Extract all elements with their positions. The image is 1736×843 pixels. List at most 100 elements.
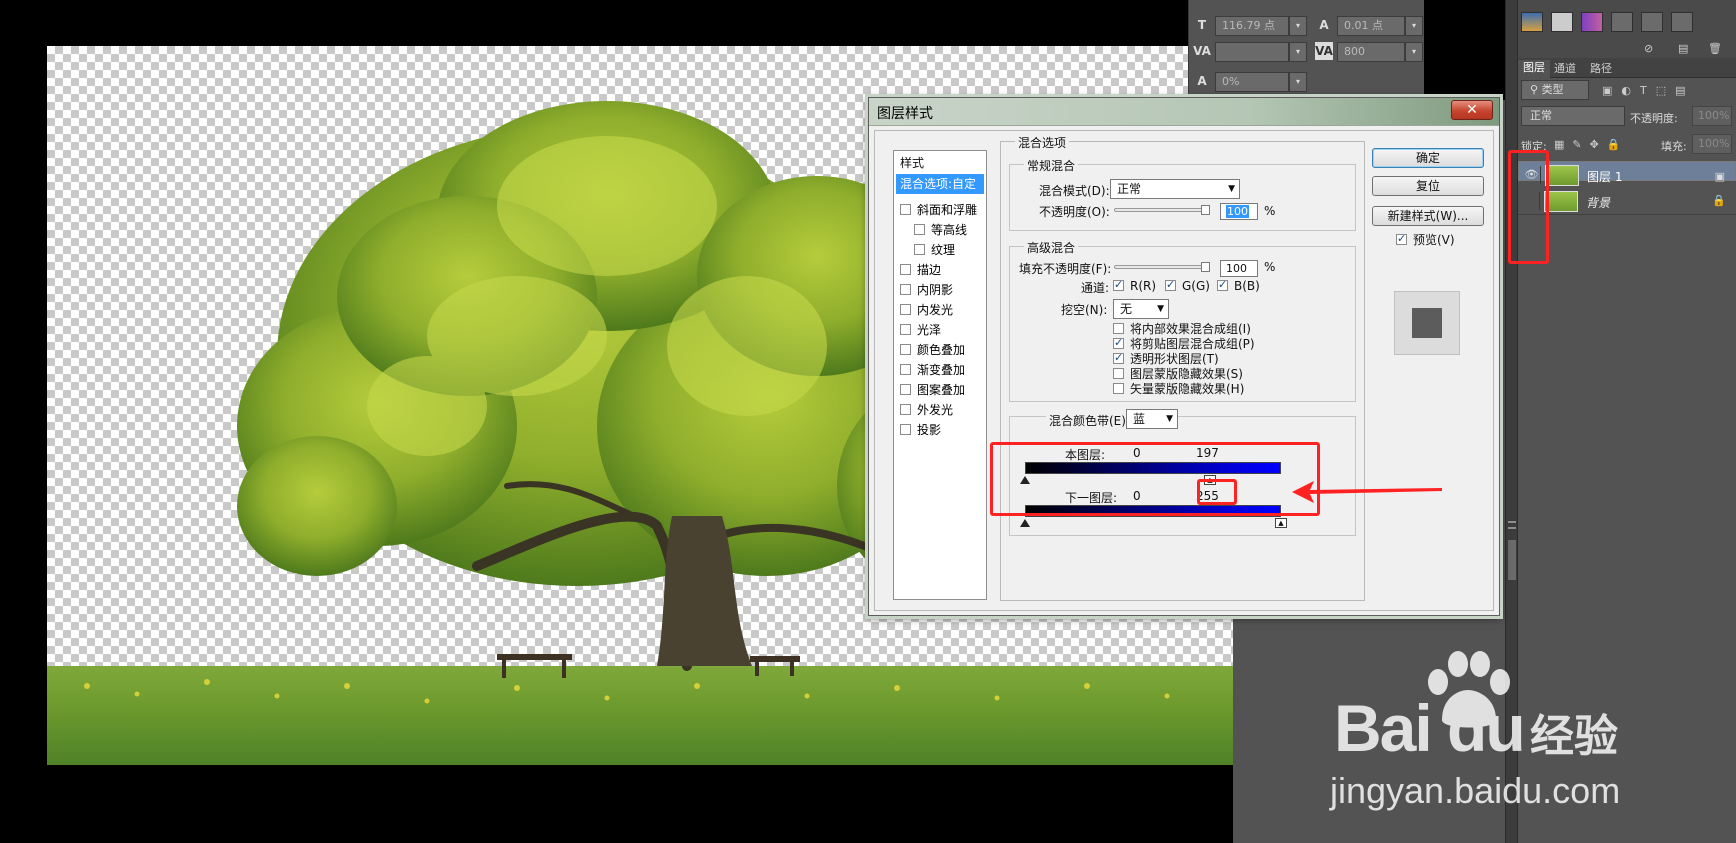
checkbox[interactable] (900, 304, 911, 315)
styles-list: 样式 混合选项:自定 斜面和浮雕等高线纹理描边内阴影内发光光泽颜色叠加渐变叠加图… (893, 150, 987, 600)
channel-g-checkbox[interactable]: G(G) (1165, 278, 1210, 293)
filter-kind-select[interactable]: ⚲ 类型 (1521, 80, 1589, 100)
leading-field[interactable]: 0.01 点 (1337, 16, 1405, 36)
blend-options-title: 混合选项 (1015, 134, 1070, 151)
adjustment-icon[interactable] (1671, 12, 1693, 32)
lock-icons[interactable]: ▦✎✥🔒 (1554, 138, 1629, 151)
leading-dropdown[interactable]: ▾ (1405, 16, 1423, 36)
kerning-field[interactable] (1215, 42, 1289, 62)
divider-scroll-thumb[interactable] (1508, 540, 1516, 580)
tab-paths[interactable]: 路径 (1590, 60, 1612, 76)
advanced-option-label: 将内部效果混合成组(I) (1130, 322, 1251, 336)
checkbox[interactable] (1113, 336, 1124, 349)
fill-opacity-slider[interactable] (1114, 262, 1210, 272)
new-icon[interactable]: ▤ (1678, 42, 1688, 55)
checkbox[interactable] (1396, 232, 1407, 245)
style-item[interactable]: 图案叠加 (900, 381, 965, 398)
checkbox[interactable] (914, 244, 925, 255)
style-item[interactable]: 光泽 (900, 321, 941, 338)
tracking-dropdown[interactable]: ▾ (1405, 42, 1423, 62)
channel-r-checkbox[interactable]: R(R) (1113, 278, 1156, 293)
style-item-label: 描边 (917, 263, 942, 277)
fill-opacity-slider-knob[interactable] (1201, 262, 1210, 272)
dialog-titlebar[interactable]: 图层样式 ✕ (869, 98, 1499, 126)
opacity-label: 不透明度(O): (1039, 205, 1110, 219)
tracking-field[interactable]: 800 (1337, 42, 1405, 62)
checkbox[interactable] (900, 424, 911, 435)
preview-checkbox[interactable]: 预览(V) (1396, 231, 1455, 248)
style-item[interactable]: 描边 (900, 261, 941, 278)
checkbox[interactable] (1113, 383, 1124, 394)
checkbox[interactable] (900, 344, 911, 355)
style-item[interactable]: 渐变叠加 (900, 361, 965, 378)
opacity-field[interactable]: 100 (1220, 203, 1258, 220)
style-item[interactable]: 内发光 (900, 301, 953, 318)
font-size-dropdown[interactable]: ▾ (1289, 16, 1307, 36)
close-button[interactable]: ✕ (1451, 100, 1493, 120)
underlying-black-slider[interactable] (1020, 519, 1030, 527)
blend-mode-select[interactable]: 正常 ▼ (1110, 179, 1240, 199)
layer-filter-row: ⚲ 类型 ▣◐T⬚▤ (1518, 80, 1736, 106)
dialog-body: 样式 混合选项:自定 斜面和浮雕等高线纹理描边内阴影内发光光泽颜色叠加渐变叠加图… (874, 130, 1494, 611)
checkbox[interactable] (900, 284, 911, 295)
checkbox[interactable] (900, 204, 911, 215)
lock-row: 锁定: ▦✎✥🔒 填充: 100% (1518, 134, 1736, 160)
checkbox[interactable] (900, 364, 911, 375)
fill-opacity-field[interactable]: 100 (1220, 260, 1258, 277)
advanced-option-label: 将剪贴图层混合成组(P) (1130, 337, 1255, 351)
checkbox[interactable] (914, 224, 925, 235)
style-item[interactable]: 外发光 (900, 401, 953, 418)
style-item[interactable]: 斜面和浮雕 (900, 201, 977, 218)
checkbox[interactable] (900, 384, 911, 395)
style-item[interactable]: 等高线 (914, 221, 967, 238)
style-item-blending-options[interactable]: 混合选项:自定 (896, 174, 984, 194)
opacity-slider-knob[interactable] (1201, 205, 1210, 215)
new-style-button[interactable]: 新建样式(W)... (1372, 206, 1484, 226)
scale-dropdown[interactable]: ▾ (1289, 72, 1307, 92)
style-item[interactable]: 内阴影 (900, 281, 953, 298)
checkbox[interactable] (1113, 323, 1124, 334)
advanced-option-checkbox[interactable]: 矢量蒙版隐藏效果(H) (1113, 380, 1244, 397)
checkbox[interactable] (1113, 278, 1124, 291)
checkbox[interactable] (900, 264, 911, 275)
percent-sign: % (1264, 204, 1276, 218)
underlying-white-slider[interactable]: ▲ (1275, 518, 1287, 528)
font-size-field[interactable]: 116.79 点 (1215, 16, 1289, 36)
pattern-icon[interactable] (1551, 12, 1573, 32)
no-icon[interactable]: ⊘ (1644, 42, 1653, 55)
channel-b-checkbox[interactable]: B(B) (1217, 278, 1260, 293)
kerning-dropdown[interactable]: ▾ (1289, 42, 1307, 62)
checkbox[interactable] (900, 324, 911, 335)
style-item[interactable]: 纹理 (914, 241, 955, 258)
checkbox[interactable] (1113, 351, 1124, 364)
layer-row-layer1[interactable]: 👁 图层 1 ▣ (1518, 161, 1736, 186)
layer-row-background[interactable]: 背景 🔒 (1518, 188, 1736, 215)
adjustment-icon[interactable] (1611, 12, 1633, 32)
tab-layers[interactable]: 图层 (1518, 60, 1550, 78)
filter-type-icons[interactable]: ▣◐T⬚▤ (1602, 84, 1695, 97)
layer-fill-field[interactable]: 100% (1692, 134, 1732, 154)
layer-opacity-field[interactable]: 100% (1692, 106, 1732, 126)
adjustment-icon[interactable] (1641, 12, 1663, 32)
style-item[interactable]: 投影 (900, 421, 941, 438)
blend-if-channel-select[interactable]: 蓝 ▼ (1126, 409, 1178, 429)
ok-button[interactable]: 确定 (1372, 148, 1484, 168)
checkbox[interactable] (1165, 278, 1176, 291)
gradient-map-icon[interactable] (1581, 12, 1603, 32)
advanced-option-label: 矢量蒙版隐藏效果(H) (1130, 382, 1245, 396)
checkbox[interactable] (1113, 368, 1124, 379)
checkbox[interactable] (1217, 278, 1228, 291)
style-item[interactable]: 颜色叠加 (900, 341, 965, 358)
scale-field[interactable]: 0% (1215, 72, 1289, 92)
reset-button[interactable]: 复位 (1372, 176, 1484, 196)
chevron-down-icon: ▼ (1157, 304, 1164, 314)
tab-channels[interactable]: 通道 (1554, 60, 1576, 76)
knockout-value: 无 (1120, 302, 1133, 316)
levels-icon[interactable] (1521, 12, 1543, 32)
checkbox[interactable] (900, 404, 911, 415)
knockout-select[interactable]: 无 ▼ (1113, 299, 1169, 319)
styles-header[interactable]: 样式 (900, 154, 924, 171)
trash-icon[interactable]: 🗑 (1708, 42, 1722, 55)
opacity-slider[interactable] (1114, 205, 1210, 215)
layer-blend-mode-select[interactable]: 正常 (1521, 106, 1625, 126)
